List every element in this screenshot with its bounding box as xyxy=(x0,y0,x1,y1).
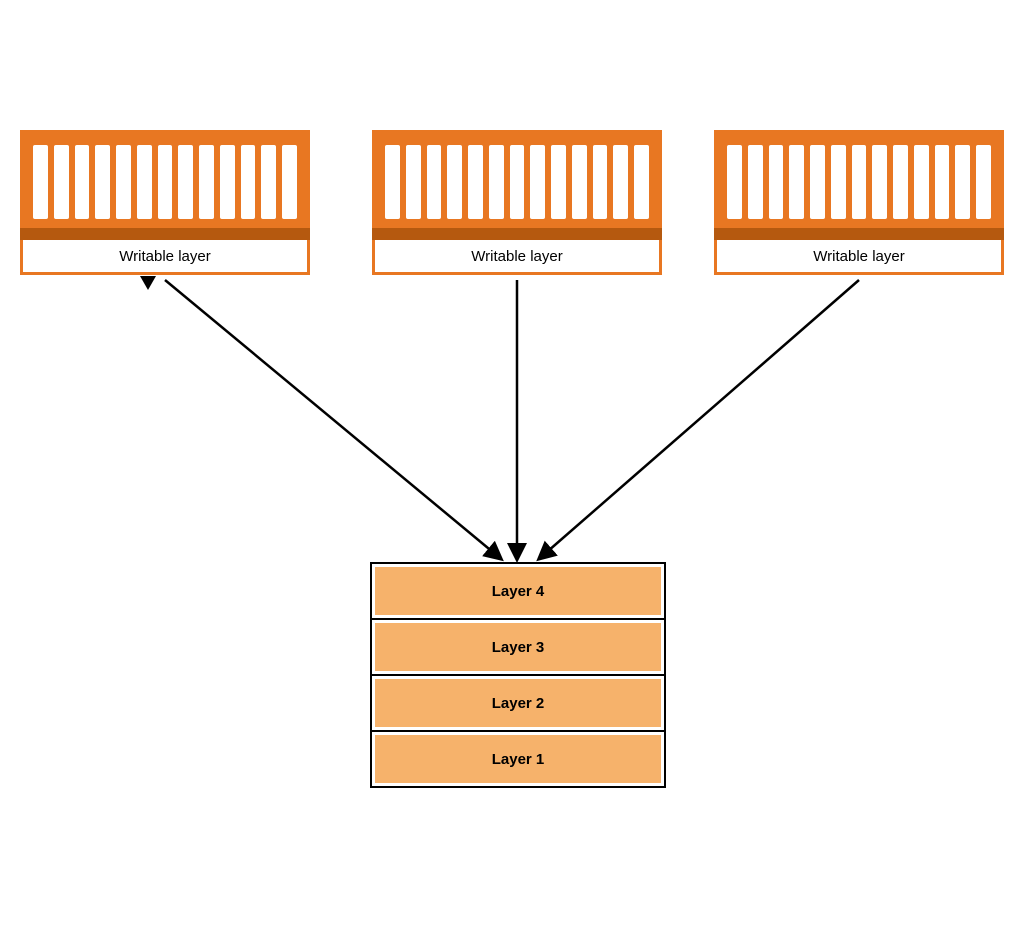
container-icon xyxy=(20,130,310,228)
diagram-stage: Writable layer Writable layer Writable l… xyxy=(0,0,1024,929)
writable-layer-label: Writable layer xyxy=(20,240,310,275)
image-layer: Layer 3 xyxy=(372,618,664,674)
container-box: Writable layer xyxy=(20,130,310,275)
image-layer-stack: Layer 4 Layer 3 Layer 2 Layer 1 xyxy=(370,562,666,788)
container-base xyxy=(20,228,310,240)
arrow-line xyxy=(165,280,500,558)
image-layer: Layer 2 xyxy=(372,674,664,730)
image-layer-label: Layer 3 xyxy=(375,623,661,671)
image-layer-label: Layer 1 xyxy=(375,735,661,783)
container-box: Writable layer xyxy=(714,130,1004,275)
image-layer-label: Layer 2 xyxy=(375,679,661,727)
container-icon xyxy=(714,130,1004,228)
container-box: Writable layer xyxy=(372,130,662,275)
writable-layer-label: Writable layer xyxy=(714,240,1004,275)
container-base xyxy=(372,228,662,240)
arrow-line xyxy=(540,280,859,558)
container-base xyxy=(714,228,1004,240)
image-layer: Layer 1 xyxy=(372,730,664,786)
image-layer: Layer 4 xyxy=(372,564,664,618)
pointer-icon xyxy=(140,276,156,290)
writable-layer-label: Writable layer xyxy=(372,240,662,275)
image-layer-label: Layer 4 xyxy=(375,567,661,615)
container-icon xyxy=(372,130,662,228)
